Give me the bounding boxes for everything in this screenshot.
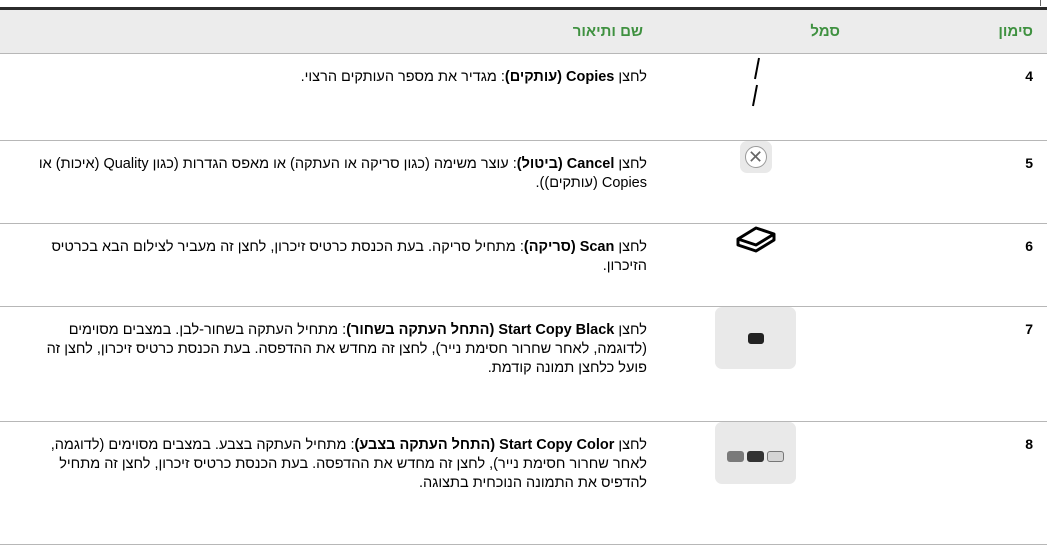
row-symbol: ✕ [657, 140, 854, 224]
row-description: לחצן Start Copy Color (התחל העתקה בצבע):… [0, 421, 657, 545]
header-symbol: סמל [657, 10, 854, 54]
table-row: 4 לחצן Copies (עותקים): מגדיר את מספר הע… [0, 53, 1047, 141]
scan-icon [736, 226, 775, 253]
row-prefix: לחצן [618, 437, 647, 453]
copies-arrows-icon [751, 57, 760, 107]
row-text: : מגדיר את מספר העותקים הרצוי. [300, 69, 505, 85]
button-name: Start Copy Color (התחל העתקה בצבע) [354, 437, 615, 453]
table-header-row: סימון סמל שם ותיאור [0, 10, 1047, 54]
table-row: 8 לחצן Start Copy Color (התחל העתקה בצבע… [0, 421, 1047, 545]
row-symbol [657, 53, 854, 141]
control-panel-table: סימון סמל שם ותיאור 4 לחצן Copies (עותקי… [0, 10, 1047, 545]
row-symbol [657, 421, 854, 545]
header-description: שם ותיאור [0, 10, 657, 54]
page-top-area [0, 0, 1047, 7]
row-description: לחצן Copies (עותקים): מגדיר את מספר העות… [0, 53, 657, 141]
button-name: Cancel (ביטול) [516, 156, 615, 172]
row-number: 5 [854, 140, 1047, 224]
button-name: Copies (עותקים) [504, 69, 615, 85]
row-description: לחצן Scan (סריקה): מתחיל סריקה. בעת הכנס… [0, 223, 657, 307]
row-number: 6 [854, 223, 1047, 307]
page-corner-mark [1040, 0, 1047, 6]
cancel-x-icon: ✕ [739, 141, 772, 173]
row-number: 4 [854, 53, 1047, 141]
row-description: לחצן Cancel (ביטול): עוצר משימה (כגון סר… [0, 140, 657, 224]
button-name: Scan (סריקה) [523, 239, 615, 255]
table-row: 6 לחצן Scan (סריקה): מתחיל סריקה. בעת הכ… [0, 223, 1047, 307]
row-symbol [657, 306, 854, 422]
table-row: 5 ✕ לחצן Cancel (ביטול): עוצר משימה (כגו… [0, 140, 1047, 224]
row-prefix: לחצן [618, 156, 647, 172]
start-copy-black-icon [715, 307, 796, 369]
row-number: 8 [854, 421, 1047, 545]
row-prefix: לחצן [618, 69, 647, 85]
row-symbol [657, 223, 854, 307]
start-copy-color-icon [715, 422, 796, 484]
table-row: 7 לחצן Start Copy Black (התחל העתקה בשחו… [0, 306, 1047, 422]
header-number: סימון [854, 10, 1047, 54]
row-prefix: לחצן [618, 322, 647, 338]
row-number: 7 [854, 306, 1047, 422]
row-description: לחצן Start Copy Black (התחל העתקה בשחור)… [0, 306, 657, 422]
row-prefix: לחצן [618, 239, 647, 255]
button-name: Start Copy Black (התחל העתקה בשחור) [346, 322, 615, 338]
